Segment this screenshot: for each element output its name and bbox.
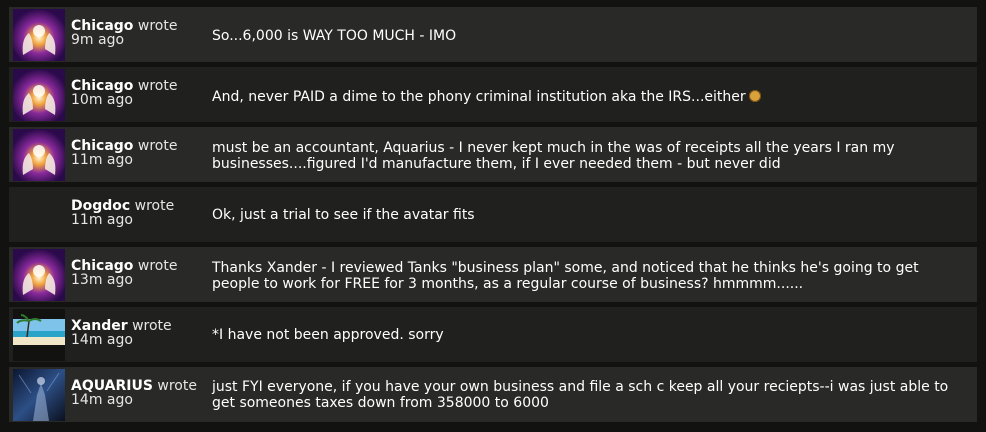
post-meta: Xander wrote 14m ago — [71, 318, 211, 348]
wrote-label: wrote — [137, 18, 178, 34]
hands-light-avatar[interactable] — [13, 248, 65, 301]
post-time: 11m ago — [71, 152, 133, 168]
post-time: 13m ago — [71, 272, 133, 288]
dark-figure-avatar[interactable] — [13, 368, 65, 421]
wrote-label: wrote — [137, 138, 178, 154]
post-time: 9m ago — [71, 32, 125, 48]
post-time: 14m ago — [71, 392, 133, 408]
feed-item: Chicago wrote 11m ago must be an account… — [9, 127, 977, 182]
post-time: 11m ago — [71, 212, 133, 228]
wrote-label: wrote — [157, 378, 197, 394]
wrote-label: wrote — [134, 198, 175, 214]
post-meta: Chicago wrote 9m ago — [71, 18, 211, 48]
post-message: just FYI everyone, if you have your own … — [212, 379, 949, 411]
empty-avatar[interactable] — [13, 189, 65, 241]
hands-light-avatar[interactable] — [13, 68, 65, 121]
post-meta: Chicago wrote 13m ago — [71, 258, 211, 288]
post-meta: AQUARIUS wrote 14m ago — [71, 378, 211, 408]
wrote-label: wrote — [132, 318, 172, 334]
laughing-face-icon — [748, 90, 761, 102]
post-message: *I have not been approved. sorry — [212, 327, 444, 343]
post-message: must be an accountant, Aquarius - I neve… — [212, 140, 895, 172]
hands-light-avatar[interactable] — [13, 128, 65, 181]
hands-light-avatar[interactable] — [13, 8, 65, 61]
activity-feed: Chicago wrote 9m ago So...6,000 is WAY T… — [0, 0, 986, 432]
wrote-label: wrote — [137, 78, 178, 94]
feed-item: Chicago wrote 13m ago Thanks Xander - I … — [9, 247, 977, 302]
post-message: Ok, just a trial to see if the avatar fi… — [212, 207, 475, 223]
post-message: And, never PAID a dime to the phony crim… — [212, 89, 967, 105]
feed-item: AQUARIUS wrote 14m ago just FYI everyone… — [9, 367, 977, 422]
post-meta: Dogdoc wrote 11m ago — [71, 198, 211, 228]
post-time: 14m ago — [71, 332, 133, 348]
post-meta: Chicago wrote 11m ago — [71, 138, 211, 168]
post-message-text: And, never PAID a dime to the phony crim… — [212, 89, 746, 105]
post-message: Thanks Xander - I reviewed Tanks "busine… — [212, 260, 919, 292]
post-message: So...6,000 is WAY TOO MUCH - IMO — [212, 28, 457, 44]
feed-item: Chicago wrote 9m ago So...6,000 is WAY T… — [9, 7, 977, 62]
post-meta: Chicago wrote 10m ago — [71, 78, 211, 108]
wrote-label: wrote — [137, 258, 178, 274]
feed-item: Chicago wrote 10m ago And, never PAID a … — [9, 67, 977, 122]
feed-item: Xander wrote 14m ago *I have not been ap… — [9, 307, 977, 362]
beach-avatar[interactable] — [13, 308, 65, 361]
feed-item: Dogdoc wrote 11m ago Ok, just a trial to… — [9, 187, 977, 242]
post-time: 10m ago — [71, 92, 133, 108]
